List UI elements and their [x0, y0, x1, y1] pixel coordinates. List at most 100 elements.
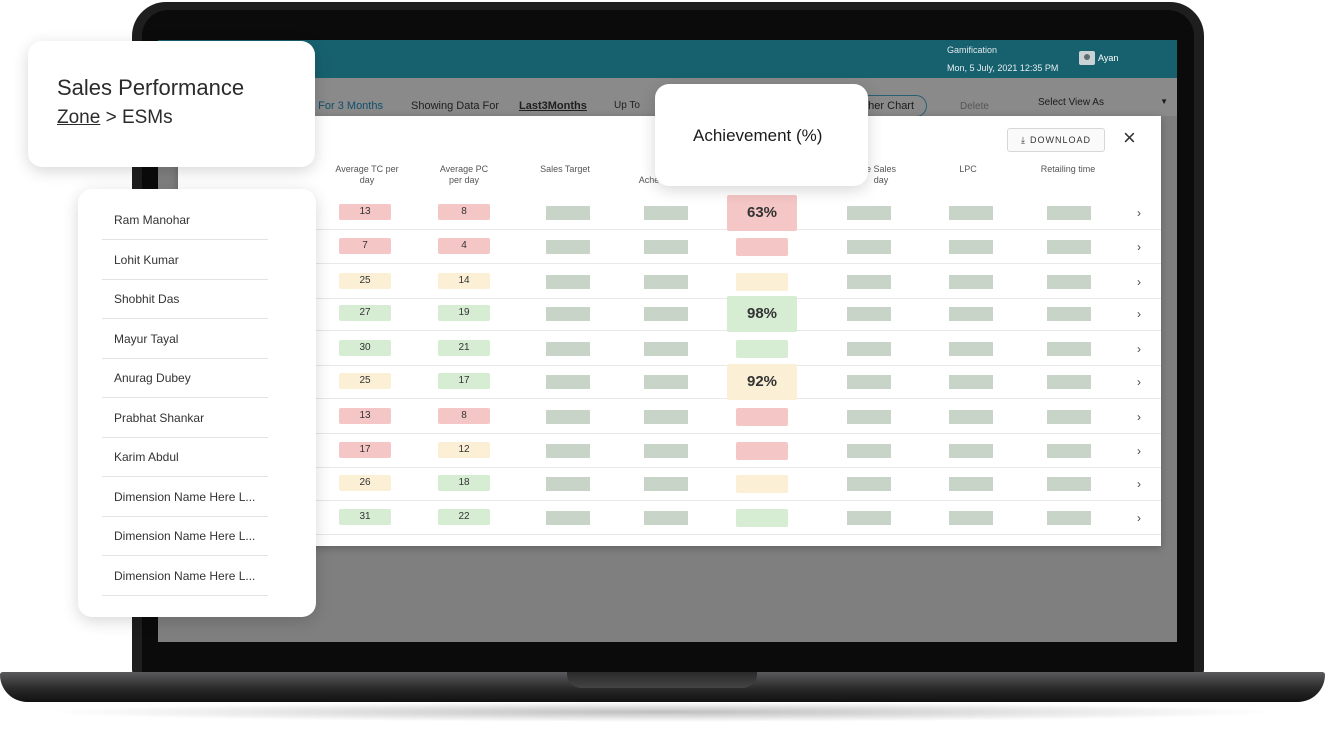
placeholder-cell	[546, 275, 590, 289]
table-row[interactable]: 25 17 92% ›	[178, 364, 1161, 400]
list-item[interactable]: Dimension Name Here L...	[102, 517, 268, 556]
table-row[interactable]: 17 12 ›	[178, 434, 1161, 468]
achievement-callout: Achievement (%)	[655, 84, 868, 186]
period-link[interactable]: a For 3 Months	[309, 100, 383, 112]
chevron-right-icon[interactable]: ›	[1137, 342, 1141, 356]
list-item[interactable]: Mayur Tayal	[102, 320, 268, 359]
app-title: Gamification	[947, 45, 998, 55]
up-to-label: Up To	[614, 100, 640, 111]
list-item-label: Prabhat Shankar	[114, 410, 205, 425]
placeholder-cell	[847, 206, 891, 220]
placeholder-cell	[644, 240, 688, 254]
placeholder-cell	[644, 444, 688, 458]
list-item[interactable]: Prabhat Shankar	[102, 399, 268, 438]
avg-pc-cell: 19	[438, 305, 490, 321]
placeholder-cell	[847, 275, 891, 289]
placeholder-cell	[644, 375, 688, 389]
list-item-label: Shobhit Das	[114, 292, 180, 306]
achievement-label: Achievement (%)	[693, 126, 823, 145]
table-row[interactable]: 13 8 ›	[178, 400, 1161, 434]
placeholder-cell	[949, 307, 993, 321]
table-row[interactable]: 30 21 ›	[178, 332, 1161, 366]
view-as-select[interactable]: Select View As ▼	[1038, 97, 1168, 108]
placeholder-cell	[644, 410, 688, 424]
table-row[interactable]: 31 22 ›	[178, 501, 1161, 535]
placeholder-cell	[546, 410, 590, 424]
download-icon: ⤓	[1021, 134, 1026, 145]
breadcrumb: Zone > ESMs	[57, 107, 173, 129]
placeholder-cell	[1047, 342, 1091, 356]
list-item[interactable]: Ram Manohar	[102, 201, 268, 240]
avg-pc-cell: 8	[438, 408, 490, 424]
chevron-right-icon[interactable]: ›	[1137, 511, 1141, 525]
placeholder-cell	[546, 307, 590, 321]
download-button[interactable]: ⤓ DOWNLOAD	[1007, 128, 1105, 152]
placeholder-cell	[644, 342, 688, 356]
list-item[interactable]: Dimension Name Here L...	[102, 478, 268, 517]
list-item-label: Anurag Dubey	[114, 371, 191, 385]
avg-tc-cell: 25	[339, 273, 391, 289]
page-title: Sales Performance	[57, 75, 245, 100]
placeholder-cell	[546, 342, 590, 356]
chevron-right-icon[interactable]: ›	[1137, 410, 1141, 424]
chevron-right-icon[interactable]: ›	[1137, 206, 1141, 220]
close-icon[interactable]: ×	[1123, 127, 1136, 149]
laptop-shadow	[40, 702, 1285, 722]
placeholder-cell	[1047, 444, 1091, 458]
placeholder-cell	[1047, 275, 1091, 289]
list-item-label: Dimension Name Here L...	[114, 529, 256, 543]
list-item[interactable]: Dimension Name Here L...	[102, 557, 268, 596]
chevron-right-icon[interactable]: ›	[1137, 240, 1141, 254]
placeholder-cell	[1047, 410, 1091, 424]
avg-tc-cell: 13	[339, 204, 391, 220]
laptop-notch	[567, 672, 757, 688]
title-card: Sales Performance Zone > ESMs	[28, 41, 315, 167]
achievement-cell: 98%	[727, 296, 797, 332]
chevron-right-icon[interactable]: ›	[1137, 444, 1141, 458]
list-item[interactable]: Lohit Kumar	[102, 241, 268, 280]
placeholder-cell	[546, 206, 590, 220]
avg-pc-cell: 17	[438, 373, 490, 389]
showing-label: Showing Data For	[411, 100, 500, 112]
list-item-label: Karim Abdul	[114, 450, 179, 464]
placeholder-cell	[1047, 477, 1091, 491]
current-date: Mon, 5 July, 2021 12:35 PM	[947, 63, 1059, 73]
chevron-right-icon[interactable]: ›	[1137, 375, 1141, 389]
avg-tc-cell: 26	[339, 475, 391, 491]
table-row[interactable]: 26 18 ›	[178, 467, 1161, 501]
list-item[interactable]: Anurag Dubey	[102, 359, 268, 398]
placeholder-cell	[949, 275, 993, 289]
list-item[interactable]: Karim Abdul	[102, 438, 268, 477]
achievement-cell	[736, 408, 788, 426]
placeholder-cell	[644, 511, 688, 525]
placeholder-cell	[546, 477, 590, 491]
placeholder-cell	[949, 410, 993, 424]
achievement-cell: 63%	[727, 195, 797, 231]
avg-pc-cell: 22	[438, 509, 490, 525]
showing-value[interactable]: Last3Months	[519, 100, 587, 112]
delete-button[interactable]: Delete	[960, 101, 989, 112]
breadcrumb-rest: > ESMs	[100, 107, 173, 128]
placeholder-cell	[1047, 511, 1091, 525]
chevron-down-icon: ▼	[1160, 97, 1168, 106]
placeholder-cell	[546, 375, 590, 389]
table-row[interactable]: 27 19 98% ›	[178, 296, 1161, 332]
table-row[interactable]: 7 4 ›	[178, 230, 1161, 264]
user-name: Ayan	[1098, 53, 1119, 63]
table-row[interactable]: 13 8 63% ›	[178, 195, 1161, 231]
placeholder-cell	[949, 477, 993, 491]
chevron-right-icon[interactable]: ›	[1137, 307, 1141, 321]
achievement-cell	[736, 442, 788, 460]
breadcrumb-zone[interactable]: Zone	[57, 107, 100, 128]
placeholder-cell	[949, 342, 993, 356]
avg-tc-cell: 30	[339, 340, 391, 356]
user-menu[interactable]: Ayan	[1079, 51, 1118, 65]
chevron-right-icon[interactable]: ›	[1137, 275, 1141, 289]
names-list-card: Ram Manohar Lohit Kumar Shobhit Das Mayur T…	[78, 189, 316, 617]
list-item[interactable]: Shobhit Das	[102, 280, 268, 319]
placeholder-cell	[1047, 375, 1091, 389]
chevron-right-icon[interactable]: ›	[1137, 477, 1141, 491]
list-item-label: Mayur Tayal	[114, 331, 179, 346]
download-label: DOWNLOAD	[1029, 135, 1091, 145]
table-row[interactable]: 25 14 ›	[178, 265, 1161, 299]
